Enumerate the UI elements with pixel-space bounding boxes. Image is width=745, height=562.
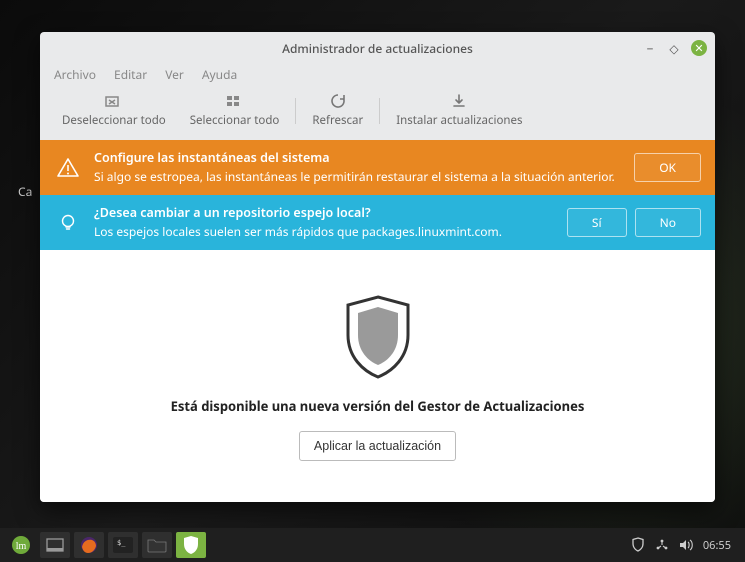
install-label: Instalar actualizaciones <box>396 113 522 128</box>
install-icon <box>450 93 468 109</box>
toolbar: Deseleccionar todo Seleccionar todo Refr… <box>40 89 715 140</box>
system-tray: 06:55 <box>631 537 739 553</box>
svg-text:$_: $_ <box>117 539 126 547</box>
svg-text:lm: lm <box>16 541 27 552</box>
refresh-icon <box>329 93 347 109</box>
snapshot-body: Si algo se estropea, las instantáneas le… <box>94 168 615 185</box>
firefox-button[interactable] <box>74 532 104 558</box>
toolbar-separator <box>295 98 296 124</box>
terminal-button[interactable]: $_ <box>108 532 138 558</box>
main-content: Está disponible una nueva versión del Ge… <box>40 250 715 502</box>
lightbulb-icon <box>54 212 82 234</box>
window-title: Administrador de actualizaciones <box>40 40 715 57</box>
snapshot-ok-button[interactable]: OK <box>634 153 701 182</box>
files-button[interactable] <box>142 532 172 558</box>
tray-shield-icon[interactable] <box>631 537 645 553</box>
close-button[interactable]: ✕ <box>691 40 707 56</box>
apply-update-button[interactable]: Aplicar la actualización <box>299 431 456 461</box>
refresh-button[interactable]: Refrescar <box>300 93 375 128</box>
mirror-title: ¿Desea cambiar a un repositorio espejo l… <box>94 205 555 222</box>
clock[interactable]: 06:55 <box>703 538 731 553</box>
network-icon[interactable] <box>655 538 669 552</box>
minimize-button[interactable]: − <box>643 41 657 55</box>
mirror-banner: ¿Desea cambiar a un repositorio espejo l… <box>40 195 715 250</box>
mirror-body: Los espejos locales suelen ser más rápid… <box>94 223 502 240</box>
show-desktop-button[interactable] <box>40 532 70 558</box>
deselect-icon <box>105 93 123 109</box>
desktop-icon-label: Ca <box>18 183 32 200</box>
deselect-label: Deseleccionar todo <box>62 113 166 128</box>
install-updates-button[interactable]: Instalar actualizaciones <box>384 93 534 128</box>
mirror-no-button[interactable]: No <box>635 208 701 237</box>
menubar: Archivo Editar Ver Ayuda <box>40 64 715 89</box>
select-icon <box>226 93 244 109</box>
refresh-label: Refrescar <box>312 113 363 128</box>
update-manager-window: Administrador de actualizaciones − ◇ ✕ A… <box>40 32 715 502</box>
menu-file[interactable]: Archivo <box>54 66 96 83</box>
snapshot-banner-text: Configure las instantáneas del sistema S… <box>94 150 622 185</box>
menu-view[interactable]: Ver <box>165 66 184 83</box>
warning-icon <box>54 156 82 180</box>
mirror-banner-text: ¿Desea cambiar a un repositorio espejo l… <box>94 205 555 240</box>
maximize-button[interactable]: ◇ <box>667 41 681 55</box>
menu-edit[interactable]: Editar <box>114 66 147 83</box>
deselect-all-button[interactable]: Deseleccionar todo <box>50 93 178 128</box>
new-version-headline: Está disponible una nueva versión del Ge… <box>171 397 585 415</box>
toolbar-separator <box>379 98 380 124</box>
snapshot-banner: Configure las instantáneas del sistema S… <box>40 140 715 195</box>
taskbar: lm $_ 06:55 <box>0 528 745 562</box>
select-all-button[interactable]: Seleccionar todo <box>178 93 292 128</box>
snapshot-title: Configure las instantáneas del sistema <box>94 150 622 167</box>
window-controls: − ◇ ✕ <box>643 40 707 56</box>
titlebar: Administrador de actualizaciones − ◇ ✕ <box>40 32 715 64</box>
volume-icon[interactable] <box>679 539 693 551</box>
mirror-yes-button[interactable]: Sí <box>567 208 627 237</box>
menu-help[interactable]: Ayuda <box>202 66 237 83</box>
select-label: Seleccionar todo <box>190 113 280 128</box>
shield-large-icon <box>338 291 418 381</box>
update-manager-taskbar[interactable] <box>176 532 206 558</box>
start-menu-button[interactable]: lm <box>6 532 36 558</box>
